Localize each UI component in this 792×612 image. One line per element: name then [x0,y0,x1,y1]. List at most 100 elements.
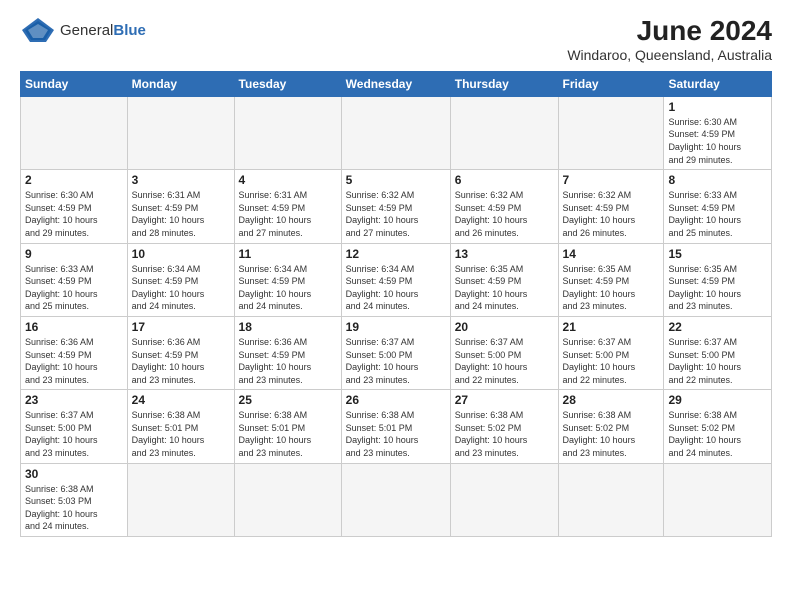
day-number: 18 [239,320,337,334]
day-info: Sunrise: 6:38 AM Sunset: 5:01 PM Dayligh… [132,409,230,459]
day-info: Sunrise: 6:38 AM Sunset: 5:02 PM Dayligh… [455,409,554,459]
day-number: 3 [132,173,230,187]
day-info: Sunrise: 6:36 AM Sunset: 4:59 PM Dayligh… [25,336,123,386]
weekday-header-thursday: Thursday [450,71,558,96]
day-info: Sunrise: 6:38 AM Sunset: 5:02 PM Dayligh… [563,409,660,459]
day-number: 25 [239,393,337,407]
calendar-day: 16 Sunrise: 6:36 AM Sunset: 4:59 PM Dayli… [21,316,128,389]
day-number: 10 [132,247,230,261]
weekday-header-row: SundayMondayTuesdayWednesdayThursdayFrid… [21,71,772,96]
day-info: Sunrise: 6:37 AM Sunset: 5:00 PM Dayligh… [563,336,660,386]
calendar-day: 21 Sunrise: 6:37 AM Sunset: 5:00 PM Dayli… [558,316,664,389]
calendar-day: 28 Sunrise: 6:38 AM Sunset: 5:02 PM Dayli… [558,390,664,463]
calendar-day: 5 Sunrise: 6:32 AM Sunset: 4:59 PM Daylig… [341,170,450,243]
day-info: Sunrise: 6:32 AM Sunset: 4:59 PM Dayligh… [563,189,660,239]
day-info: Sunrise: 6:37 AM Sunset: 5:00 PM Dayligh… [25,409,123,459]
calendar-day: 8Sunrise: 6:33 AM Sunset: 4:59 PM Daylig… [664,170,772,243]
calendar-day: 7 Sunrise: 6:32 AM Sunset: 4:59 PM Daylig… [558,170,664,243]
logo: GeneralBlue [20,16,146,44]
calendar-day: 9Sunrise: 6:33 AM Sunset: 4:59 PM Daylig… [21,243,128,316]
day-number: 4 [239,173,337,187]
day-number: 28 [563,393,660,407]
calendar-week-1: 1 Sunrise: 6:30 AM Sunset: 4:59 PM Daylig… [21,96,772,169]
calendar-week-3: 9Sunrise: 6:33 AM Sunset: 4:59 PM Daylig… [21,243,772,316]
weekday-header-tuesday: Tuesday [234,71,341,96]
day-info: Sunrise: 6:34 AM Sunset: 4:59 PM Dayligh… [346,263,446,313]
day-info: Sunrise: 6:38 AM Sunset: 5:01 PM Dayligh… [239,409,337,459]
day-number: 22 [668,320,767,334]
calendar-day: 24 Sunrise: 6:38 AM Sunset: 5:01 PM Dayli… [127,390,234,463]
day-number: 15 [668,247,767,261]
calendar-day: 23 Sunrise: 6:37 AM Sunset: 5:00 PM Dayli… [21,390,128,463]
weekday-header-friday: Friday [558,71,664,96]
calendar-day: 10 Sunrise: 6:34 AM Sunset: 4:59 PM Dayli… [127,243,234,316]
day-number: 1 [668,100,767,114]
day-number: 19 [346,320,446,334]
calendar-day [558,463,664,536]
calendar-day: 19 Sunrise: 6:37 AM Sunset: 5:00 PM Dayli… [341,316,450,389]
day-number: 29 [668,393,767,407]
weekday-header-saturday: Saturday [664,71,772,96]
weekday-header-monday: Monday [127,71,234,96]
day-info: Sunrise: 6:31 AM Sunset: 4:59 PM Dayligh… [239,189,337,239]
calendar-day: 11 Sunrise: 6:34 AM Sunset: 4:59 PM Dayli… [234,243,341,316]
calendar-day: 13Sunrise: 6:35 AM Sunset: 4:59 PM Dayli… [450,243,558,316]
calendar-day: 29 Sunrise: 6:38 AM Sunset: 5:02 PM Dayli… [664,390,772,463]
calendar-day: 22Sunrise: 6:37 AM Sunset: 5:00 PM Dayli… [664,316,772,389]
calendar: SundayMondayTuesdayWednesdayThursdayFrid… [20,71,772,537]
calendar-day [558,96,664,169]
calendar-day: 15 Sunrise: 6:35 AM Sunset: 4:59 PM Dayli… [664,243,772,316]
day-info: Sunrise: 6:38 AM Sunset: 5:02 PM Dayligh… [668,409,767,459]
weekday-header-sunday: Sunday [21,71,128,96]
calendar-day: 12Sunrise: 6:34 AM Sunset: 4:59 PM Dayli… [341,243,450,316]
calendar-day [234,463,341,536]
day-info: Sunrise: 6:37 AM Sunset: 5:00 PM Dayligh… [346,336,446,386]
calendar-day: 2Sunrise: 6:30 AM Sunset: 4:59 PM Daylig… [21,170,128,243]
calendar-day [450,463,558,536]
day-number: 9 [25,247,123,261]
day-number: 24 [132,393,230,407]
calendar-day [341,96,450,169]
calendar-day [127,96,234,169]
day-info: Sunrise: 6:34 AM Sunset: 4:59 PM Dayligh… [132,263,230,313]
day-info: Sunrise: 6:35 AM Sunset: 4:59 PM Dayligh… [455,263,554,313]
day-info: Sunrise: 6:38 AM Sunset: 5:03 PM Dayligh… [25,483,123,533]
location: Windaroo, Queensland, Australia [567,47,772,63]
day-info: Sunrise: 6:34 AM Sunset: 4:59 PM Dayligh… [239,263,337,313]
day-number: 7 [563,173,660,187]
day-number: 16 [25,320,123,334]
calendar-day: 30Sunrise: 6:38 AM Sunset: 5:03 PM Dayli… [21,463,128,536]
calendar-day: 26 Sunrise: 6:38 AM Sunset: 5:01 PM Dayli… [341,390,450,463]
day-number: 23 [25,393,123,407]
day-info: Sunrise: 6:32 AM Sunset: 4:59 PM Dayligh… [455,189,554,239]
day-number: 5 [346,173,446,187]
day-number: 26 [346,393,446,407]
calendar-day [341,463,450,536]
calendar-day: 20Sunrise: 6:37 AM Sunset: 5:00 PM Dayli… [450,316,558,389]
calendar-day [450,96,558,169]
day-info: Sunrise: 6:30 AM Sunset: 4:59 PM Dayligh… [668,116,767,166]
title-area: June 2024 Windaroo, Queensland, Australi… [567,16,772,63]
calendar-day [664,463,772,536]
day-number: 14 [563,247,660,261]
day-number: 11 [239,247,337,261]
page-header: GeneralBlue June 2024 Windaroo, Queensla… [20,16,772,63]
day-info: Sunrise: 6:35 AM Sunset: 4:59 PM Dayligh… [563,263,660,313]
day-info: Sunrise: 6:30 AM Sunset: 4:59 PM Dayligh… [25,189,123,239]
day-number: 21 [563,320,660,334]
calendar-day: 25 Sunrise: 6:38 AM Sunset: 5:01 PM Dayli… [234,390,341,463]
calendar-day: 6 Sunrise: 6:32 AM Sunset: 4:59 PM Daylig… [450,170,558,243]
day-info: Sunrise: 6:38 AM Sunset: 5:01 PM Dayligh… [346,409,446,459]
day-number: 6 [455,173,554,187]
day-info: Sunrise: 6:31 AM Sunset: 4:59 PM Dayligh… [132,189,230,239]
month-title: June 2024 [567,16,772,47]
calendar-week-6: 30Sunrise: 6:38 AM Sunset: 5:03 PM Dayli… [21,463,772,536]
weekday-header-wednesday: Wednesday [341,71,450,96]
day-info: Sunrise: 6:35 AM Sunset: 4:59 PM Dayligh… [668,263,767,313]
calendar-day: 4 Sunrise: 6:31 AM Sunset: 4:59 PM Daylig… [234,170,341,243]
calendar-day [127,463,234,536]
calendar-day [234,96,341,169]
day-info: Sunrise: 6:32 AM Sunset: 4:59 PM Dayligh… [346,189,446,239]
calendar-day: 1 Sunrise: 6:30 AM Sunset: 4:59 PM Daylig… [664,96,772,169]
calendar-day: 3 Sunrise: 6:31 AM Sunset: 4:59 PM Daylig… [127,170,234,243]
